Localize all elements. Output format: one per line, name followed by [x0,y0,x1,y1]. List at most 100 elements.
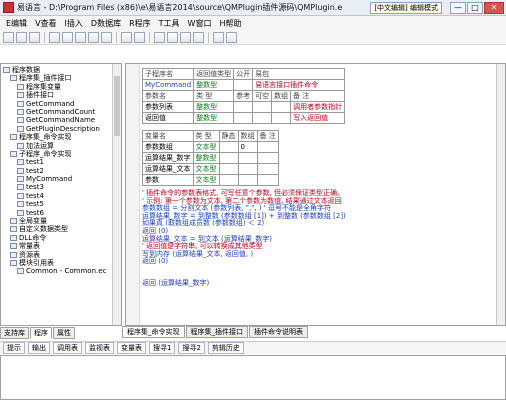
var-name[interactable]: 参数 [142,174,194,186]
tab-hint[interactable]: 提示 [3,342,25,354]
code-line[interactable]: 写到内存 (运算结果_文本, 返回值, ) [142,250,495,259]
tree-item[interactable]: GetCommandName [3,116,111,124]
var-name[interactable]: 运算结果_文本 [142,163,194,175]
sub-return-value[interactable]: 整数型 [193,79,235,91]
menu-window[interactable]: W窗口 [184,18,216,29]
tree-item[interactable]: GetCommandCount [3,108,111,116]
tree-item[interactable]: 加法运算 [3,142,111,150]
save-icon[interactable] [29,31,40,43]
tree-item[interactable]: test2 [3,167,111,175]
sub-public-value[interactable] [233,79,254,91]
param-note[interactable]: 写入返回值 [290,112,346,124]
undo-icon[interactable] [88,31,99,43]
tab-search2[interactable]: 搜寻2 [178,342,205,354]
param-type[interactable]: 整数型 [193,101,235,113]
editor-scrollbar[interactable] [496,64,505,325]
menu-tools[interactable]: T工具 [155,18,184,29]
tree-item[interactable]: 资源表 [3,251,111,259]
param-type[interactable]: 整数型 [193,112,235,124]
stop-icon[interactable] [167,31,178,43]
tree-item[interactable]: GetCommand [3,100,111,108]
var-name[interactable]: 运算结果_数字 [142,152,194,164]
var-static[interactable] [218,174,239,186]
code-line[interactable]: 如果真 (取数组成员数 (参数数组) ＜ 2) [142,220,495,228]
tree-item[interactable]: test1 [3,158,111,166]
run-icon[interactable] [154,31,165,43]
param-array[interactable] [271,101,292,113]
tree-item[interactable]: 自定义数据类型 [3,225,111,233]
var-note[interactable] [256,152,279,164]
open-file-icon[interactable] [16,31,27,43]
tab-program[interactable]: 程序 [30,327,52,339]
sub-name-value[interactable]: MyCommand [141,79,195,91]
var-static[interactable] [218,152,239,164]
tab-output[interactable]: 输出 [28,342,50,354]
var-static[interactable] [218,141,239,153]
var-note[interactable] [256,141,279,153]
maximize-button[interactable]: □ [467,2,483,14]
code-body[interactable]: ' 插件命令的参数表格式, 可写任意个参数, 但必须保证类型正确。 ' 示例: … [142,189,495,288]
cut-icon[interactable] [49,31,60,43]
tree-item[interactable]: 程序集_命令实现 [3,133,111,141]
minimize-button[interactable]: — [450,2,466,14]
var-name[interactable]: 参数数组 [142,141,194,153]
var-array[interactable] [237,163,258,175]
compile-icon[interactable] [213,31,224,43]
tree-item[interactable]: MyCommand [3,175,111,183]
menu-program[interactable]: R程序 [125,18,155,29]
paste-icon[interactable] [75,31,86,43]
param-ref[interactable] [233,101,254,113]
tree-item[interactable]: 程序集变量 [3,83,111,91]
var-note[interactable] [256,174,279,186]
build-icon[interactable] [226,31,237,43]
tab-properties[interactable]: 属性 [53,327,75,339]
tree-item[interactable]: 子程序_命令实现 [3,150,111,158]
tab-call-table[interactable]: 调用表 [53,342,82,354]
param-name[interactable]: 返回值 [141,112,195,124]
param-nullable[interactable] [252,101,273,113]
code-line[interactable]: 返回 (0) [142,258,495,266]
close-button[interactable]: ✕ [484,2,504,14]
return-line[interactable]: 返回 (运算结果_数字) [142,279,495,288]
tree-item[interactable]: DLL命令 [3,234,111,242]
tree-item[interactable]: Common - Common.ec [3,267,111,275]
tab-command-impl[interactable]: 程序集_命令实现 [122,326,185,338]
tab-watch[interactable]: 监视表 [85,342,114,354]
code-editor[interactable]: 子程序名 返回值类型 公开 易包 MyCommand 整数型 易语言接口插件命令… [125,63,506,326]
output-panel[interactable] [0,355,506,400]
tree-item[interactable]: 插件接口 [3,91,111,99]
var-type[interactable]: 文本型 [192,141,220,153]
var-note[interactable] [256,163,279,175]
tab-clip-history[interactable]: 剪辑历史 [207,342,244,354]
var-array[interactable] [237,152,258,164]
tree-item[interactable]: 常量表 [3,242,111,250]
menu-view[interactable]: V查看 [31,18,60,29]
var-static[interactable] [218,163,239,175]
param-ref[interactable] [233,112,254,124]
tab-command-doc[interactable]: 插件命令说明表 [249,326,308,338]
var-type[interactable]: 文本型 [192,174,220,186]
new-file-icon[interactable] [3,31,14,43]
breakpoint-icon[interactable] [193,31,204,43]
tree-item[interactable]: test3 [3,183,111,191]
tree-item[interactable]: test4 [3,192,111,200]
menu-database[interactable]: D数据库 [87,18,125,29]
tree-item[interactable]: test5 [3,200,111,208]
find-icon[interactable] [121,31,132,43]
var-type[interactable]: 文本型 [192,163,220,175]
var-type[interactable]: 整数型 [192,152,220,164]
param-note[interactable]: 调用者参数指针 [290,101,346,113]
tree-scrollbar[interactable] [112,64,121,325]
tree-item[interactable]: GetPluginDescription [3,125,111,133]
param-name[interactable]: 参数列表 [141,101,195,113]
param-nullable[interactable] [252,112,273,124]
param-array[interactable] [271,112,292,124]
step-icon[interactable] [180,31,191,43]
sub-note-value[interactable]: 易语言接口插件命令 [252,79,346,91]
menu-edit[interactable]: E编辑 [2,18,31,29]
redo-icon[interactable] [101,31,112,43]
tab-plugin-interface[interactable]: 程序集_插件接口 [185,326,248,338]
scrollbar-thumb[interactable] [114,76,120,136]
tree-item[interactable]: 模块引用表 [3,259,111,267]
copy-icon[interactable] [62,31,73,43]
